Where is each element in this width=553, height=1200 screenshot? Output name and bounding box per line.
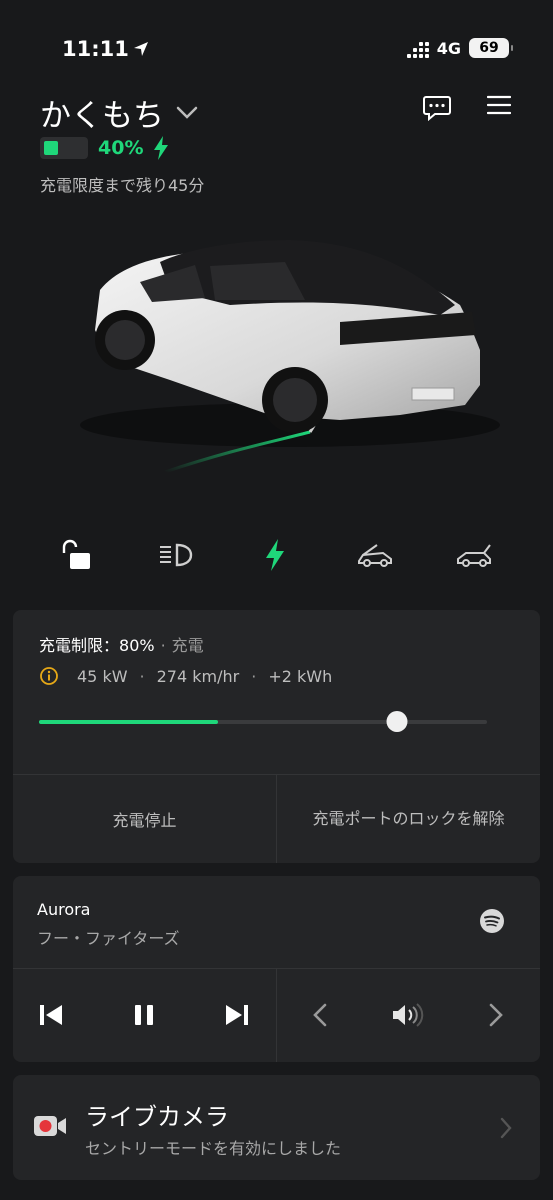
charge-limit-value: 80% (119, 636, 155, 655)
separator: · (160, 636, 166, 655)
header-icons (423, 95, 511, 121)
charging-card: 充電制限：80% · 充電 45 kW · 274 km/hr · +2 kWh 充… (13, 610, 540, 863)
volume-icon (393, 1003, 424, 1027)
pause-button[interactable] (114, 968, 174, 1062)
quick-controls (40, 530, 510, 580)
charge-energy-added: +2 kWh (268, 666, 333, 686)
vehicle-image (80, 240, 500, 474)
pause-icon (135, 1005, 153, 1025)
trunk-icon (457, 544, 491, 567)
vehicle-name-selector[interactable]: かくもち (40, 90, 198, 135)
next-track-button[interactable] (207, 968, 267, 1062)
headlights-icon (159, 543, 192, 567)
charging-bolt-icon (266, 539, 284, 571)
charge-status: 40% (40, 136, 169, 160)
status-time: 11:11 (62, 37, 149, 61)
sentry-mode-status: セントリーモードを有効にしました (85, 1139, 342, 1158)
video-camera-icon (34, 1116, 66, 1136)
track-artist: フー・ファイターズ (37, 929, 180, 948)
lock-open-icon (62, 539, 90, 569)
track-title: Aurora (37, 900, 91, 919)
chevron-right-icon (500, 1117, 512, 1139)
separator: · (139, 666, 145, 686)
frunk-button[interactable] (355, 535, 395, 575)
message-icon[interactable] (423, 95, 451, 121)
charging-button[interactable] (255, 535, 295, 575)
charge-limit[interactable]: 充電制限：80% · 充電 (39, 632, 204, 656)
charge-info: 45 kW · 274 km/hr · +2 kWh (39, 666, 332, 686)
charge-remaining: 充電限度まで残り45分 (40, 176, 205, 195)
battery-level-icon (40, 137, 88, 159)
lock-button[interactable] (56, 535, 96, 575)
chevron-right-icon (489, 1003, 503, 1027)
spotify-icon[interactable] (479, 908, 505, 934)
chevron-left-icon (313, 1003, 327, 1027)
status-bar: 11:11 4G 69 (0, 0, 553, 100)
unlock-charge-port-button[interactable]: 充電ポートのロックを解除 (277, 775, 540, 863)
charge-state: 充電 (171, 636, 204, 655)
charge-limit-thumb[interactable] (386, 711, 408, 732)
live-camera-title: ライブカメラ (85, 1103, 229, 1131)
charge-power: 45 kW (77, 666, 128, 686)
menu-icon[interactable] (487, 95, 511, 115)
media-card: Aurora フー・ファイターズ (13, 876, 540, 1062)
volume-up-button[interactable] (466, 968, 526, 1062)
vehicle-name: かくもち (40, 98, 164, 134)
separator: · (251, 666, 257, 686)
status-right: 4G 69 (406, 38, 513, 58)
location-arrow-icon (133, 42, 148, 56)
charge-limit-label: 充電制限： (39, 636, 120, 655)
previous-track-button[interactable] (21, 968, 81, 1062)
battery-status-icon: 69 (469, 38, 513, 58)
battery-level-text: 69 (479, 40, 499, 56)
charge-percent: 40% (98, 137, 144, 159)
trunk-button[interactable] (454, 535, 494, 575)
volume-down-button[interactable] (290, 968, 350, 1062)
charge-level-fill (39, 720, 219, 724)
skip-forward-icon (226, 1005, 248, 1025)
clock-text: 11:11 (62, 37, 129, 61)
charge-rate: 274 km/hr (156, 666, 240, 686)
charge-limit-slider[interactable] (39, 711, 487, 732)
skip-back-icon (40, 1005, 62, 1025)
charging-bolt-icon (154, 136, 169, 160)
stop-charging-button[interactable]: 充電停止 (13, 775, 276, 863)
info-icon[interactable] (39, 666, 59, 686)
live-camera-card[interactable]: ライブカメラ セントリーモードを有効にしました (13, 1075, 540, 1180)
frunk-icon (357, 544, 392, 567)
divider (276, 968, 277, 1062)
headlights-button[interactable] (156, 535, 196, 575)
network-type: 4G (436, 38, 461, 58)
chevron-down-icon (176, 106, 198, 119)
signal-icon (406, 38, 429, 58)
volume-button[interactable] (378, 968, 438, 1062)
